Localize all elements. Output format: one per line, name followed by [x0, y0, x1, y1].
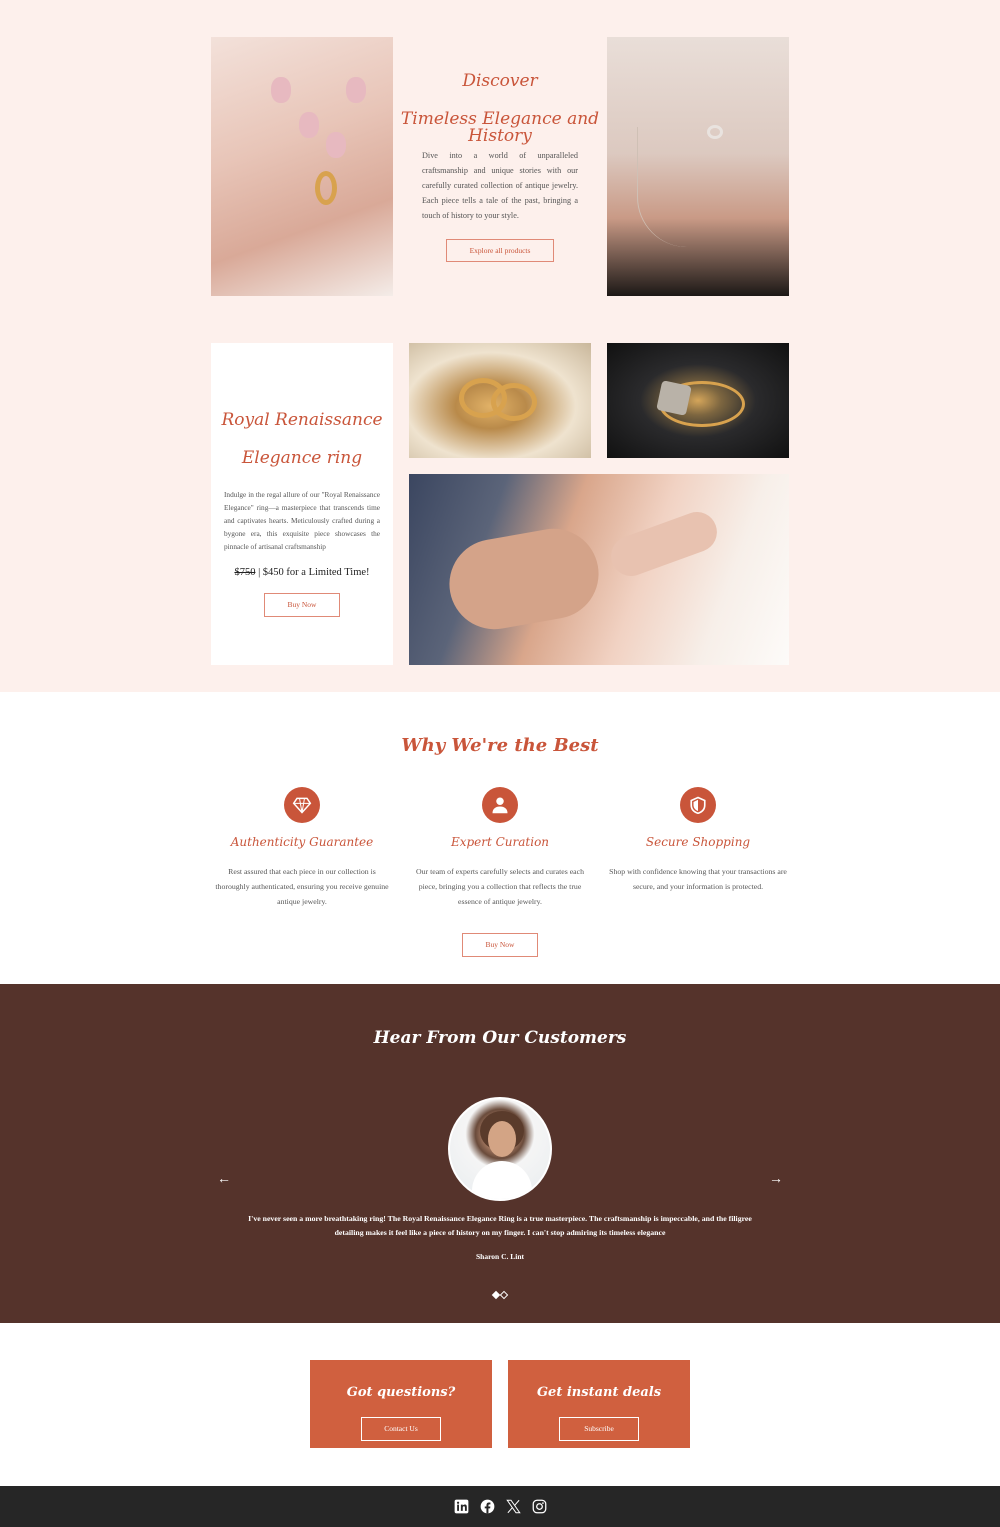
feature-title: Secure Shopping: [645, 835, 751, 849]
feature-title: Expert Curation: [450, 835, 550, 849]
feature-text: Shop with confidence knowing that your t…: [609, 867, 787, 891]
hero-title-line2: Timeless Elegance and History: [400, 109, 600, 146]
feature-title: Authenticity Guarantee: [230, 835, 374, 849]
avatar-detail: [472, 1161, 532, 1199]
feature-authenticity: Authenticity Guarantee Rest assured that…: [211, 787, 393, 909]
diamond-ring-photo: [607, 343, 789, 458]
hero-description: Dive into a world of unparalleled crafts…: [422, 151, 578, 220]
couple-ring-photo: [409, 474, 789, 665]
x-icon[interactable]: [505, 1499, 521, 1515]
woman-jewelry-photo: [607, 37, 789, 296]
photo-detail: [442, 521, 606, 637]
feature-curation: Expert Curation Our team of experts care…: [409, 787, 591, 909]
photo-detail: [346, 77, 366, 103]
carousel-dots: [490, 1290, 510, 1300]
subscribe-button[interactable]: Subscribe: [559, 1417, 639, 1441]
photo-detail: [299, 112, 319, 138]
product-description: Indulge in the regal allure of our "Roya…: [224, 490, 380, 551]
facebook-icon[interactable]: [479, 1499, 495, 1515]
buy-now-button[interactable]: Buy Now: [264, 593, 340, 617]
questions-box: Got questions? Contact Us: [310, 1360, 492, 1448]
feature-text: Our team of experts carefully selects an…: [416, 867, 584, 906]
feature-secure: Secure Shopping Shop with confidence kno…: [607, 787, 789, 894]
photo-detail: [707, 125, 723, 139]
product-title-line2: Elegance ring: [241, 448, 363, 468]
footer: [0, 1486, 1000, 1527]
photo-detail: [326, 132, 346, 158]
carousel-dot[interactable]: [499, 1290, 509, 1300]
shield-icon: [680, 787, 716, 823]
avatar-detail: [488, 1121, 516, 1157]
customer-avatar: [448, 1097, 552, 1201]
photo-detail: [315, 171, 337, 205]
diamond-icon: [284, 787, 320, 823]
deals-box: Get instant deals Subscribe: [508, 1360, 690, 1448]
questions-title: Got questions?: [346, 1385, 456, 1400]
photo-detail: [605, 506, 723, 582]
old-price: $750: [234, 567, 256, 578]
feature-text: Rest assured that each piece in our coll…: [215, 867, 389, 906]
product-card: Royal Renaissance Elegance ring Indulge …: [211, 343, 393, 665]
why-buy-now-button[interactable]: Buy Now: [462, 933, 538, 957]
contact-us-button[interactable]: Contact Us: [361, 1417, 441, 1441]
hands-ring-photo: [211, 37, 393, 296]
testimonial-author: Sharon C. Lint: [475, 1252, 524, 1261]
new-price: | $450 for a Limited Time!: [255, 567, 370, 578]
photo-detail: [271, 77, 291, 103]
photo-detail: [656, 380, 692, 416]
instagram-icon[interactable]: [531, 1499, 547, 1515]
linkedin-icon[interactable]: [453, 1499, 469, 1515]
next-arrow-icon[interactable]: →: [766, 1170, 786, 1190]
deals-title: Get instant deals: [536, 1385, 662, 1400]
explore-products-button[interactable]: Explore all products: [446, 239, 554, 262]
wedding-rings-photo: [409, 343, 591, 458]
testimonials-section: Hear From Our Customers ← → I've never s…: [0, 984, 1000, 1323]
photo-detail: [491, 383, 537, 421]
user-icon: [482, 787, 518, 823]
product-title-line1: Royal Renaissance: [221, 410, 383, 430]
hero-title-line1: Discover: [462, 71, 538, 91]
testimonial-quote: I've never seen a more breathtaking ring…: [248, 1214, 752, 1237]
testimonials-title: Hear From Our Customers: [373, 1028, 627, 1048]
photo-detail: [637, 127, 707, 247]
why-title: Why We're the Best: [401, 735, 599, 756]
prev-arrow-icon[interactable]: ←: [214, 1170, 234, 1190]
product-price: $750 | $450 for a Limited Time!: [211, 567, 393, 578]
discover-panel: Discover Timeless Elegance and History D…: [401, 37, 599, 296]
